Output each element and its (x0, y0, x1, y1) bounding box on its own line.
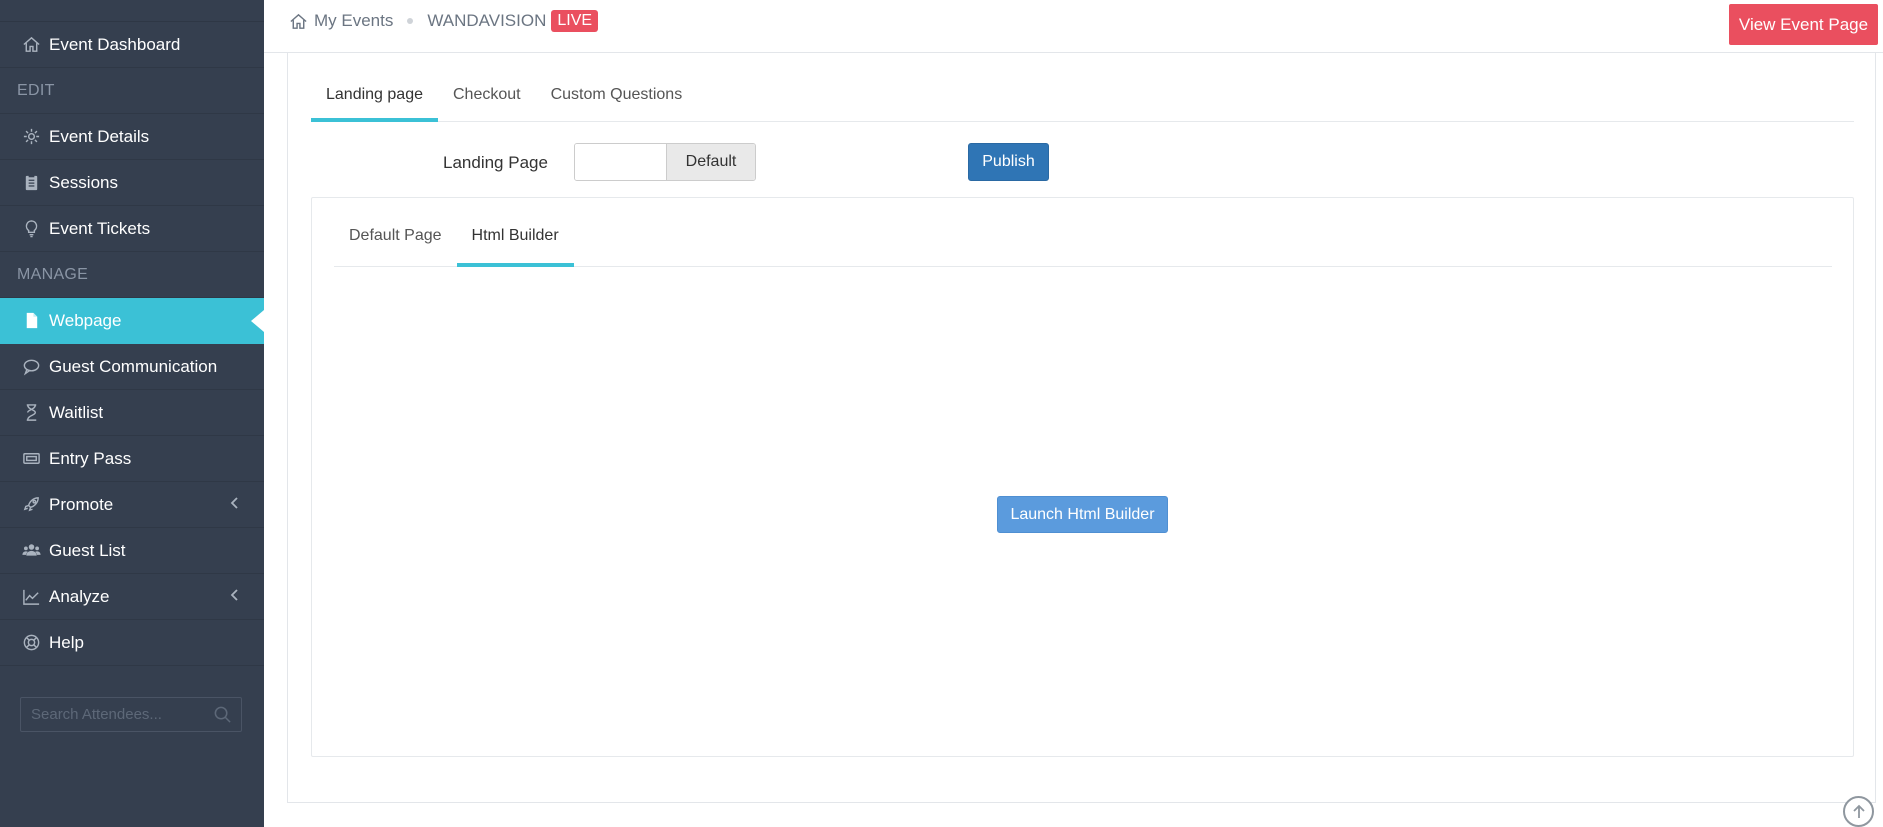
chart-icon (20, 586, 42, 608)
ticket-icon (20, 448, 42, 470)
hourglass-icon (20, 402, 42, 424)
main-panel: Landing page Checkout Custom Questions L… (287, 53, 1876, 803)
arrow-up-icon (1852, 804, 1865, 818)
breadcrumb: My Events WANDAVISION LIVE (289, 10, 599, 32)
sidebar-item-promote[interactable]: Promote (0, 482, 264, 528)
breadcrumb-event-name[interactable]: WANDAVISION (427, 11, 546, 31)
toggle-handle (575, 144, 666, 180)
home-icon (20, 34, 42, 56)
toggle-value: Default (666, 144, 755, 180)
attendee-search (20, 697, 242, 732)
chat-icon (20, 356, 42, 378)
page-type-tabs: Default Page Html Builder (334, 198, 1832, 267)
sidebar-item-label: Webpage (49, 310, 122, 330)
tab-landing-page[interactable]: Landing page (311, 68, 438, 122)
sidebar-item-label: Waitlist (49, 402, 104, 422)
sidebar-item-label: Event Details (49, 126, 150, 146)
home-icon[interactable] (289, 12, 308, 31)
tab-custom-questions[interactable]: Custom Questions (536, 68, 698, 122)
sidebar-item-guest-list[interactable]: Guest List (0, 528, 264, 574)
sidebar-item-event-tickets[interactable]: Event Tickets (0, 206, 264, 252)
sidebar-item-guest-communication[interactable]: Guest Communication (0, 344, 264, 390)
sidebar-top-edge (0, 0, 264, 22)
lifebuoy-icon (20, 632, 42, 654)
launch-html-builder-button[interactable]: Launch Html Builder (997, 496, 1168, 533)
view-event-page-button[interactable]: View Event Page (1729, 4, 1878, 45)
lightbulb-icon (20, 218, 42, 240)
sidebar-item-webpage[interactable]: Webpage (0, 298, 264, 344)
sidebar-item-event-details[interactable]: Event Details (0, 114, 264, 160)
sidebar: Event Dashboard EDIT Event Details Sessi… (0, 0, 264, 827)
sidebar-item-analyze[interactable]: Analyze (0, 574, 264, 620)
breadcrumb-my-events[interactable]: My Events (314, 11, 393, 31)
sidebar-item-entry-pass[interactable]: Entry Pass (0, 436, 264, 482)
chevron-left-icon[interactable] (228, 588, 242, 602)
sidebar-item-sessions[interactable]: Sessions (0, 160, 264, 206)
landing-page-toggle[interactable]: Default (574, 143, 756, 181)
tab-default-page[interactable]: Default Page (334, 198, 457, 267)
sidebar-item-label: Guest List (49, 540, 126, 560)
scroll-to-top-button[interactable] (1843, 796, 1874, 827)
sidebar-item-label: Analyze (49, 586, 110, 606)
attendee-search-input[interactable] (21, 698, 201, 731)
sidebar-section-manage: MANAGE (0, 252, 264, 298)
sidebar-item-label: Promote (49, 494, 114, 514)
gear-icon (20, 126, 42, 148)
file-icon (20, 310, 42, 332)
sidebar-item-label: Entry Pass (49, 448, 132, 468)
users-icon (20, 540, 42, 562)
publish-button[interactable]: Publish (968, 143, 1049, 181)
tab-checkout[interactable]: Checkout (438, 68, 536, 122)
sidebar-item-label: Event Tickets (49, 218, 151, 238)
status-badge: LIVE (551, 10, 599, 32)
sidebar-item-label: Event Dashboard (49, 34, 181, 54)
rocket-icon (20, 494, 42, 516)
sidebar-section-edit: EDIT (0, 68, 264, 114)
clipboard-icon (20, 172, 42, 194)
settings-tabs: Landing page Checkout Custom Questions (311, 68, 1854, 122)
sidebar-item-waitlist[interactable]: Waitlist (0, 390, 264, 436)
sidebar-item-label: Help (49, 632, 84, 652)
sidebar-item-label: Guest Communication (49, 356, 218, 376)
topbar: My Events WANDAVISION LIVE View Event Pa… (264, 0, 1883, 53)
search-icon[interactable] (213, 705, 232, 724)
breadcrumb-separator (407, 18, 414, 24)
sidebar-item-help[interactable]: Help (0, 620, 264, 666)
landing-page-label: Landing Page (443, 153, 548, 172)
builder-panel: Default Page Html Builder Launch Html Bu… (311, 197, 1854, 757)
sidebar-item-label: Sessions (49, 172, 118, 192)
chevron-left-icon[interactable] (228, 496, 242, 510)
tab-html-builder[interactable]: Html Builder (456, 198, 574, 267)
sidebar-item-event-dashboard[interactable]: Event Dashboard (0, 22, 264, 68)
